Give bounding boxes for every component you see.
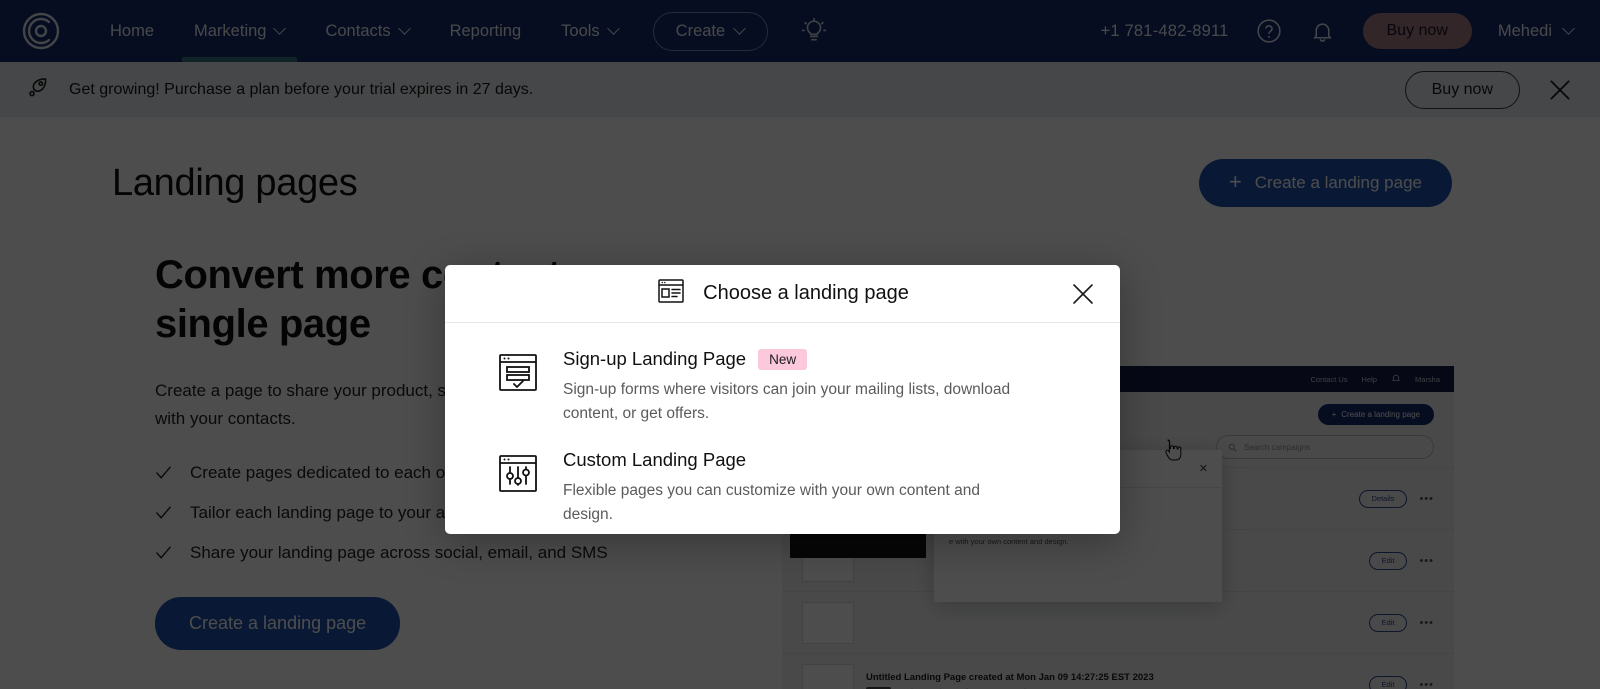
- option-custom-landing-page[interactable]: Custom Landing Page Flexible pages you c…: [497, 449, 1068, 528]
- modal-title-wrap: Choose a landing page: [656, 276, 909, 311]
- option-title-row: Custom Landing Page: [563, 449, 1033, 471]
- option-title: Custom Landing Page: [563, 448, 747, 470]
- sliders-icon: [497, 452, 539, 494]
- choose-landing-page-modal: Choose a landing page Sign-up Landing Pa…: [445, 265, 1120, 534]
- modal-body: Sign-up Landing Page New Sign-up forms w…: [445, 323, 1120, 528]
- option-text: Custom Landing Page Flexible pages you c…: [563, 449, 1033, 528]
- option-description: Sign-up forms where visitors can join yo…: [563, 381, 1011, 423]
- option-title-row: Sign-up Landing Page New: [563, 348, 1033, 370]
- modal-header: Choose a landing page: [445, 265, 1120, 323]
- option-title: Sign-up Landing Page: [563, 348, 747, 369]
- app-root: Home Marketing Contacts Reporting Tools …: [0, 0, 1600, 689]
- option-signup-landing-page[interactable]: Sign-up Landing Page New Sign-up forms w…: [497, 348, 1068, 427]
- close-icon[interactable]: [1070, 281, 1096, 307]
- signup-form-icon: [497, 351, 539, 393]
- option-description: Flexible pages you can customize with yo…: [563, 481, 981, 524]
- option-text: Sign-up Landing Page New Sign-up forms w…: [563, 348, 1033, 427]
- landing-page-icon: [656, 276, 686, 311]
- modal-title: Choose a landing page: [703, 282, 909, 304]
- status-badge: New: [758, 348, 808, 370]
